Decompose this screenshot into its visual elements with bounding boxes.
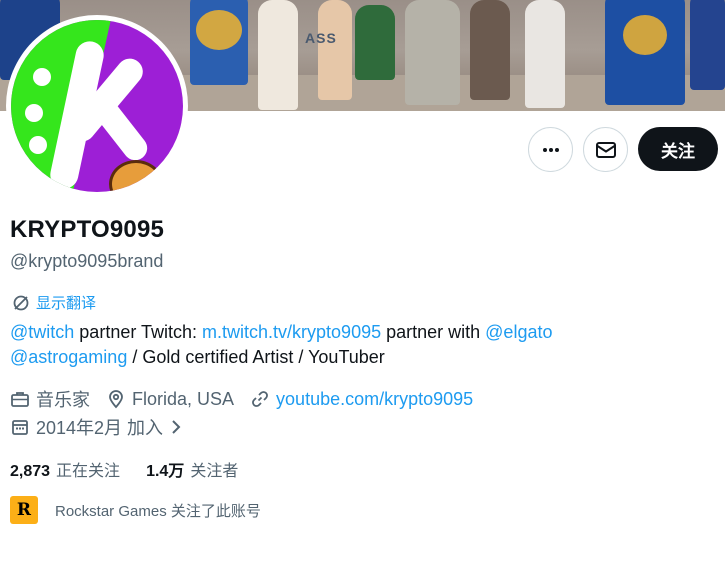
bio-line-2: @astrogaming / Gold certified Artist / Y…: [10, 345, 715, 370]
followed-by-text: Rockstar Games 关注了此账号: [55, 502, 261, 520]
followers-count-link[interactable]: 1.4万 关注者: [146, 457, 238, 481]
profile-bio: @twitch partner Twitch: m.twitch.tv/kryp…: [10, 320, 715, 370]
profession-item: 音乐家: [10, 386, 90, 412]
follow-counts: 2,873 正在关注 1.4万 关注者: [10, 457, 264, 481]
location-item: Florida, USA: [106, 389, 234, 410]
bio-text: partner with: [381, 322, 486, 342]
message-button[interactable]: [583, 127, 628, 172]
bio-link[interactable]: @elgato: [485, 322, 552, 342]
more-dots-icon: [542, 147, 559, 152]
location-pin-icon: [109, 390, 123, 409]
bio-link[interactable]: @twitch: [10, 322, 74, 342]
profession-label: 音乐家: [36, 390, 90, 410]
followers-count: 1.4万: [146, 463, 185, 480]
location-label: Florida, USA: [132, 388, 235, 409]
show-translation-link[interactable]: 显示翻译: [12, 292, 96, 313]
envelope-icon: [595, 141, 616, 158]
website-item[interactable]: youtube.com/krypto9095: [250, 389, 473, 410]
translate-icon: [13, 295, 29, 310]
bio-text: / Gold certified Artist / YouTuber: [127, 347, 385, 367]
more-options-button[interactable]: [528, 127, 573, 172]
followed-by-row[interactable]: R Rockstar Games 关注了此账号: [10, 496, 261, 524]
bio-link[interactable]: m.twitch.tv/krypto9095: [202, 322, 381, 342]
followers-label: 关注者: [190, 463, 239, 480]
following-count: 2,873: [10, 463, 51, 480]
user-handle: @krypto9095brand: [10, 251, 164, 271]
profile-meta-row: 音乐家 Florida, USA youtube.com/krypto9095: [10, 386, 489, 412]
bio-link[interactable]: @astrogaming: [10, 347, 127, 367]
following-count-link[interactable]: 2,873 正在关注: [10, 457, 120, 481]
joined-date: 2014年2月 加入: [36, 418, 164, 438]
show-translation-label: 显示翻译: [36, 295, 97, 312]
display-name: KRYPTO9095: [10, 216, 165, 243]
rockstar-games-avatar: R: [10, 496, 38, 524]
link-icon: [252, 391, 268, 407]
bio-text: partner Twitch:: [74, 322, 203, 342]
joined-item[interactable]: 2014年2月 加入: [10, 414, 183, 440]
bio-line-1: @twitch partner Twitch: m.twitch.tv/kryp…: [10, 320, 715, 345]
calendar-icon: [12, 420, 28, 435]
follow-button[interactable]: 关注: [638, 127, 718, 171]
following-label: 正在关注: [56, 463, 121, 480]
profile-meta-row-2: 2014年2月 加入: [10, 414, 199, 440]
website-link[interactable]: youtube.com/krypto9095: [276, 389, 473, 410]
banner-court-text: ASS: [305, 30, 337, 46]
chevron-right-icon: [172, 420, 181, 434]
briefcase-icon: [11, 392, 29, 407]
profile-page: ASS 关注 KRYPTO9095 @krypto9095brand 显示翻译 …: [0, 0, 725, 561]
profile-avatar[interactable]: [6, 15, 188, 197]
